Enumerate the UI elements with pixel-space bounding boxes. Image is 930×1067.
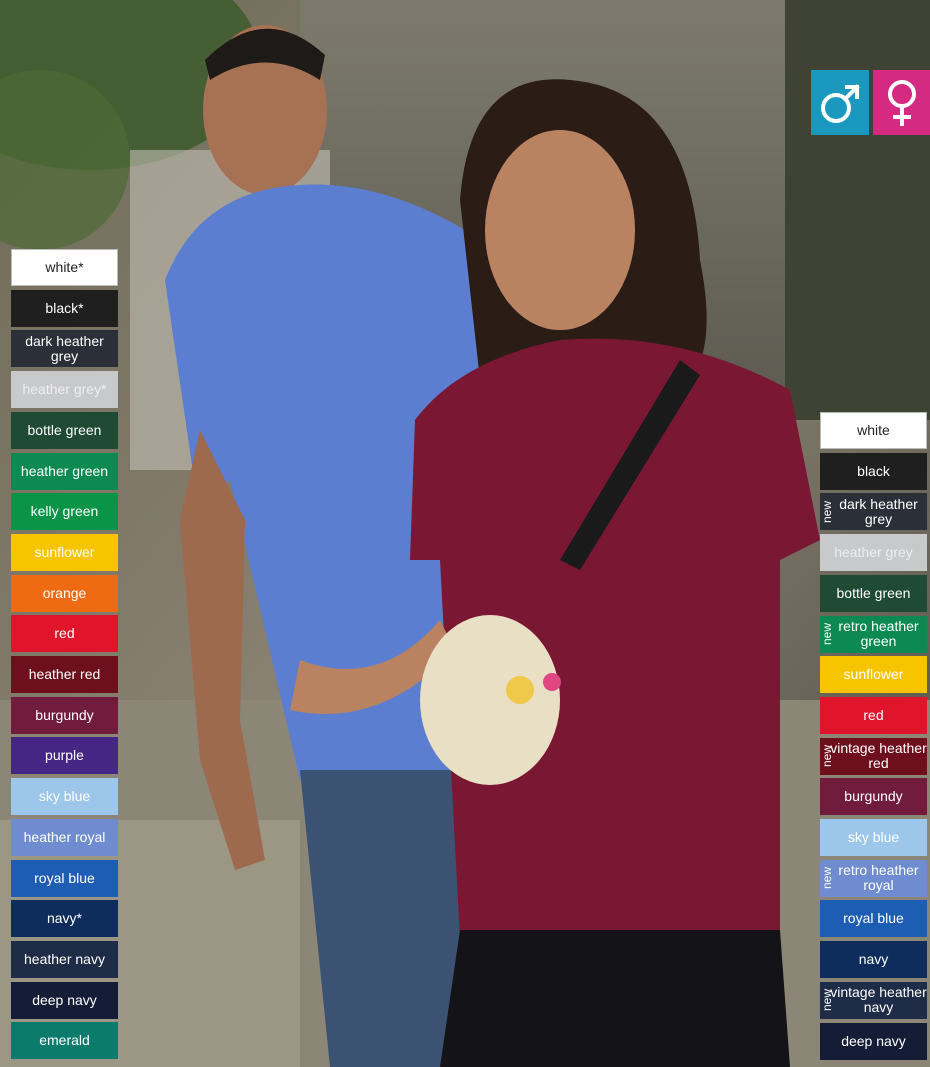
new-tag: new bbox=[820, 738, 834, 775]
color-swatch[interactable]: orange bbox=[11, 574, 118, 612]
male-icon bbox=[811, 70, 869, 135]
color-swatch-label: kelly green bbox=[30, 503, 99, 520]
color-swatch[interactable]: heather royal bbox=[11, 818, 118, 856]
new-tag-label: new bbox=[820, 745, 834, 768]
color-swatch-label: emerald bbox=[39, 1032, 90, 1049]
color-swatch-label: vintage heather red bbox=[830, 740, 927, 772]
new-tag-label: new bbox=[820, 989, 834, 1012]
color-swatch-label: heather royal bbox=[23, 828, 106, 845]
color-swatch-label: heather red bbox=[28, 666, 101, 682]
color-swatch[interactable]: black* bbox=[11, 289, 118, 327]
color-swatch-label: royal blue bbox=[34, 869, 95, 886]
color-swatch-label: royal blue bbox=[843, 910, 904, 927]
color-swatch[interactable]: emerald bbox=[11, 1022, 118, 1060]
new-tag: new bbox=[820, 616, 834, 653]
color-swatch[interactable]: white* bbox=[11, 249, 118, 286]
color-swatch[interactable]: navy* bbox=[11, 900, 118, 938]
color-swatch-label: bottle green bbox=[27, 421, 102, 438]
color-swatch[interactable]: deep navy bbox=[11, 981, 118, 1019]
color-swatch[interactable]: heather red bbox=[11, 656, 118, 693]
color-swatch[interactable]: heather green bbox=[11, 452, 118, 490]
color-swatch-label: heather grey* bbox=[22, 381, 107, 398]
color-swatch-label: navy bbox=[858, 951, 889, 968]
female-icon bbox=[873, 70, 930, 135]
color-swatch-label: deep navy bbox=[32, 991, 97, 1008]
color-swatch-label: purple bbox=[45, 747, 84, 764]
color-swatch[interactable]: bottle green bbox=[11, 411, 118, 449]
color-swatch[interactable]: heather grey* bbox=[11, 371, 118, 409]
color-swatch[interactable]: sky blue bbox=[820, 819, 927, 856]
color-swatch[interactable]: white bbox=[820, 412, 927, 449]
color-swatch[interactable]: sky blue bbox=[11, 778, 118, 816]
color-swatch-label: sky blue bbox=[38, 788, 91, 805]
color-swatch[interactable]: new vintage heather red bbox=[820, 737, 927, 775]
new-tag: new bbox=[820, 982, 834, 1019]
color-swatch-label: sunflower bbox=[34, 543, 95, 560]
color-swatch-label: white* bbox=[45, 259, 84, 275]
color-swatch[interactable]: new retro heather royal bbox=[820, 859, 927, 897]
color-swatch-label: navy* bbox=[46, 910, 83, 927]
color-swatch[interactable]: red bbox=[11, 615, 118, 653]
color-swatch-label: orange bbox=[42, 584, 87, 601]
color-swatch-label: white bbox=[857, 422, 890, 438]
lifestyle-photo bbox=[0, 0, 930, 1067]
color-swatch[interactable]: new retro heather green bbox=[820, 615, 927, 653]
color-swatch-label: retro heather royal bbox=[838, 862, 919, 894]
color-swatch-label: red bbox=[863, 706, 884, 723]
color-swatch-label: dark heather grey bbox=[25, 332, 104, 364]
color-swatch-label: bottle green bbox=[836, 584, 911, 601]
color-swatch-label: dark heather grey bbox=[839, 495, 918, 527]
male-symbol-icon bbox=[811, 70, 869, 135]
color-swatch-label: red bbox=[54, 625, 75, 642]
color-swatch[interactable]: heather navy bbox=[11, 940, 118, 978]
color-swatch[interactable]: bottle green bbox=[820, 574, 927, 612]
color-swatch[interactable]: deep navy bbox=[820, 1022, 927, 1060]
color-swatch-label: sunflower bbox=[843, 666, 904, 683]
color-swatch-label: retro heather green bbox=[838, 618, 919, 649]
color-swatch[interactable]: royal blue bbox=[11, 859, 118, 897]
new-tag-label: new bbox=[820, 867, 834, 890]
color-swatch-label: heather navy bbox=[24, 950, 105, 967]
female-symbol-icon bbox=[873, 70, 930, 135]
color-swatch-label: burgundy bbox=[35, 706, 94, 723]
color-swatch-label: deep navy bbox=[841, 1032, 906, 1049]
color-swatch[interactable]: burgundy bbox=[11, 696, 118, 734]
color-swatch[interactable]: new dark heather grey bbox=[820, 493, 927, 531]
new-tag: new bbox=[820, 493, 834, 530]
color-swatch[interactable]: royal blue bbox=[820, 900, 927, 938]
new-tag: new bbox=[820, 860, 834, 897]
color-swatch[interactable]: heather grey bbox=[820, 534, 927, 572]
color-swatch-label: black bbox=[857, 462, 890, 479]
color-swatch-label: vintage heather navy bbox=[830, 984, 927, 1016]
color-swatch[interactable]: black bbox=[820, 452, 927, 490]
color-swatch[interactable]: sunflower bbox=[820, 656, 927, 694]
color-swatch[interactable]: burgundy bbox=[820, 778, 927, 816]
color-swatch[interactable]: sunflower bbox=[11, 533, 118, 571]
male-icon-bg bbox=[811, 70, 869, 135]
color-swatch-label: heather green bbox=[20, 462, 109, 479]
color-swatch[interactable]: dark heather grey bbox=[11, 330, 118, 368]
color-swatch[interactable]: purple bbox=[11, 737, 118, 775]
color-swatch-label: burgundy bbox=[844, 788, 903, 805]
color-swatch[interactable]: new vintage heather navy bbox=[820, 981, 927, 1019]
new-tag-label: new bbox=[820, 500, 834, 523]
color-swatch-label: heather grey bbox=[834, 544, 913, 561]
new-tag-label: new bbox=[820, 622, 834, 646]
color-swatch[interactable]: red bbox=[820, 696, 927, 734]
color-swatch-label: black* bbox=[45, 299, 84, 316]
color-swatch[interactable]: navy bbox=[820, 941, 927, 979]
color-swatch-label: sky blue bbox=[847, 829, 900, 845]
color-swatch[interactable]: kelly green bbox=[11, 493, 118, 531]
